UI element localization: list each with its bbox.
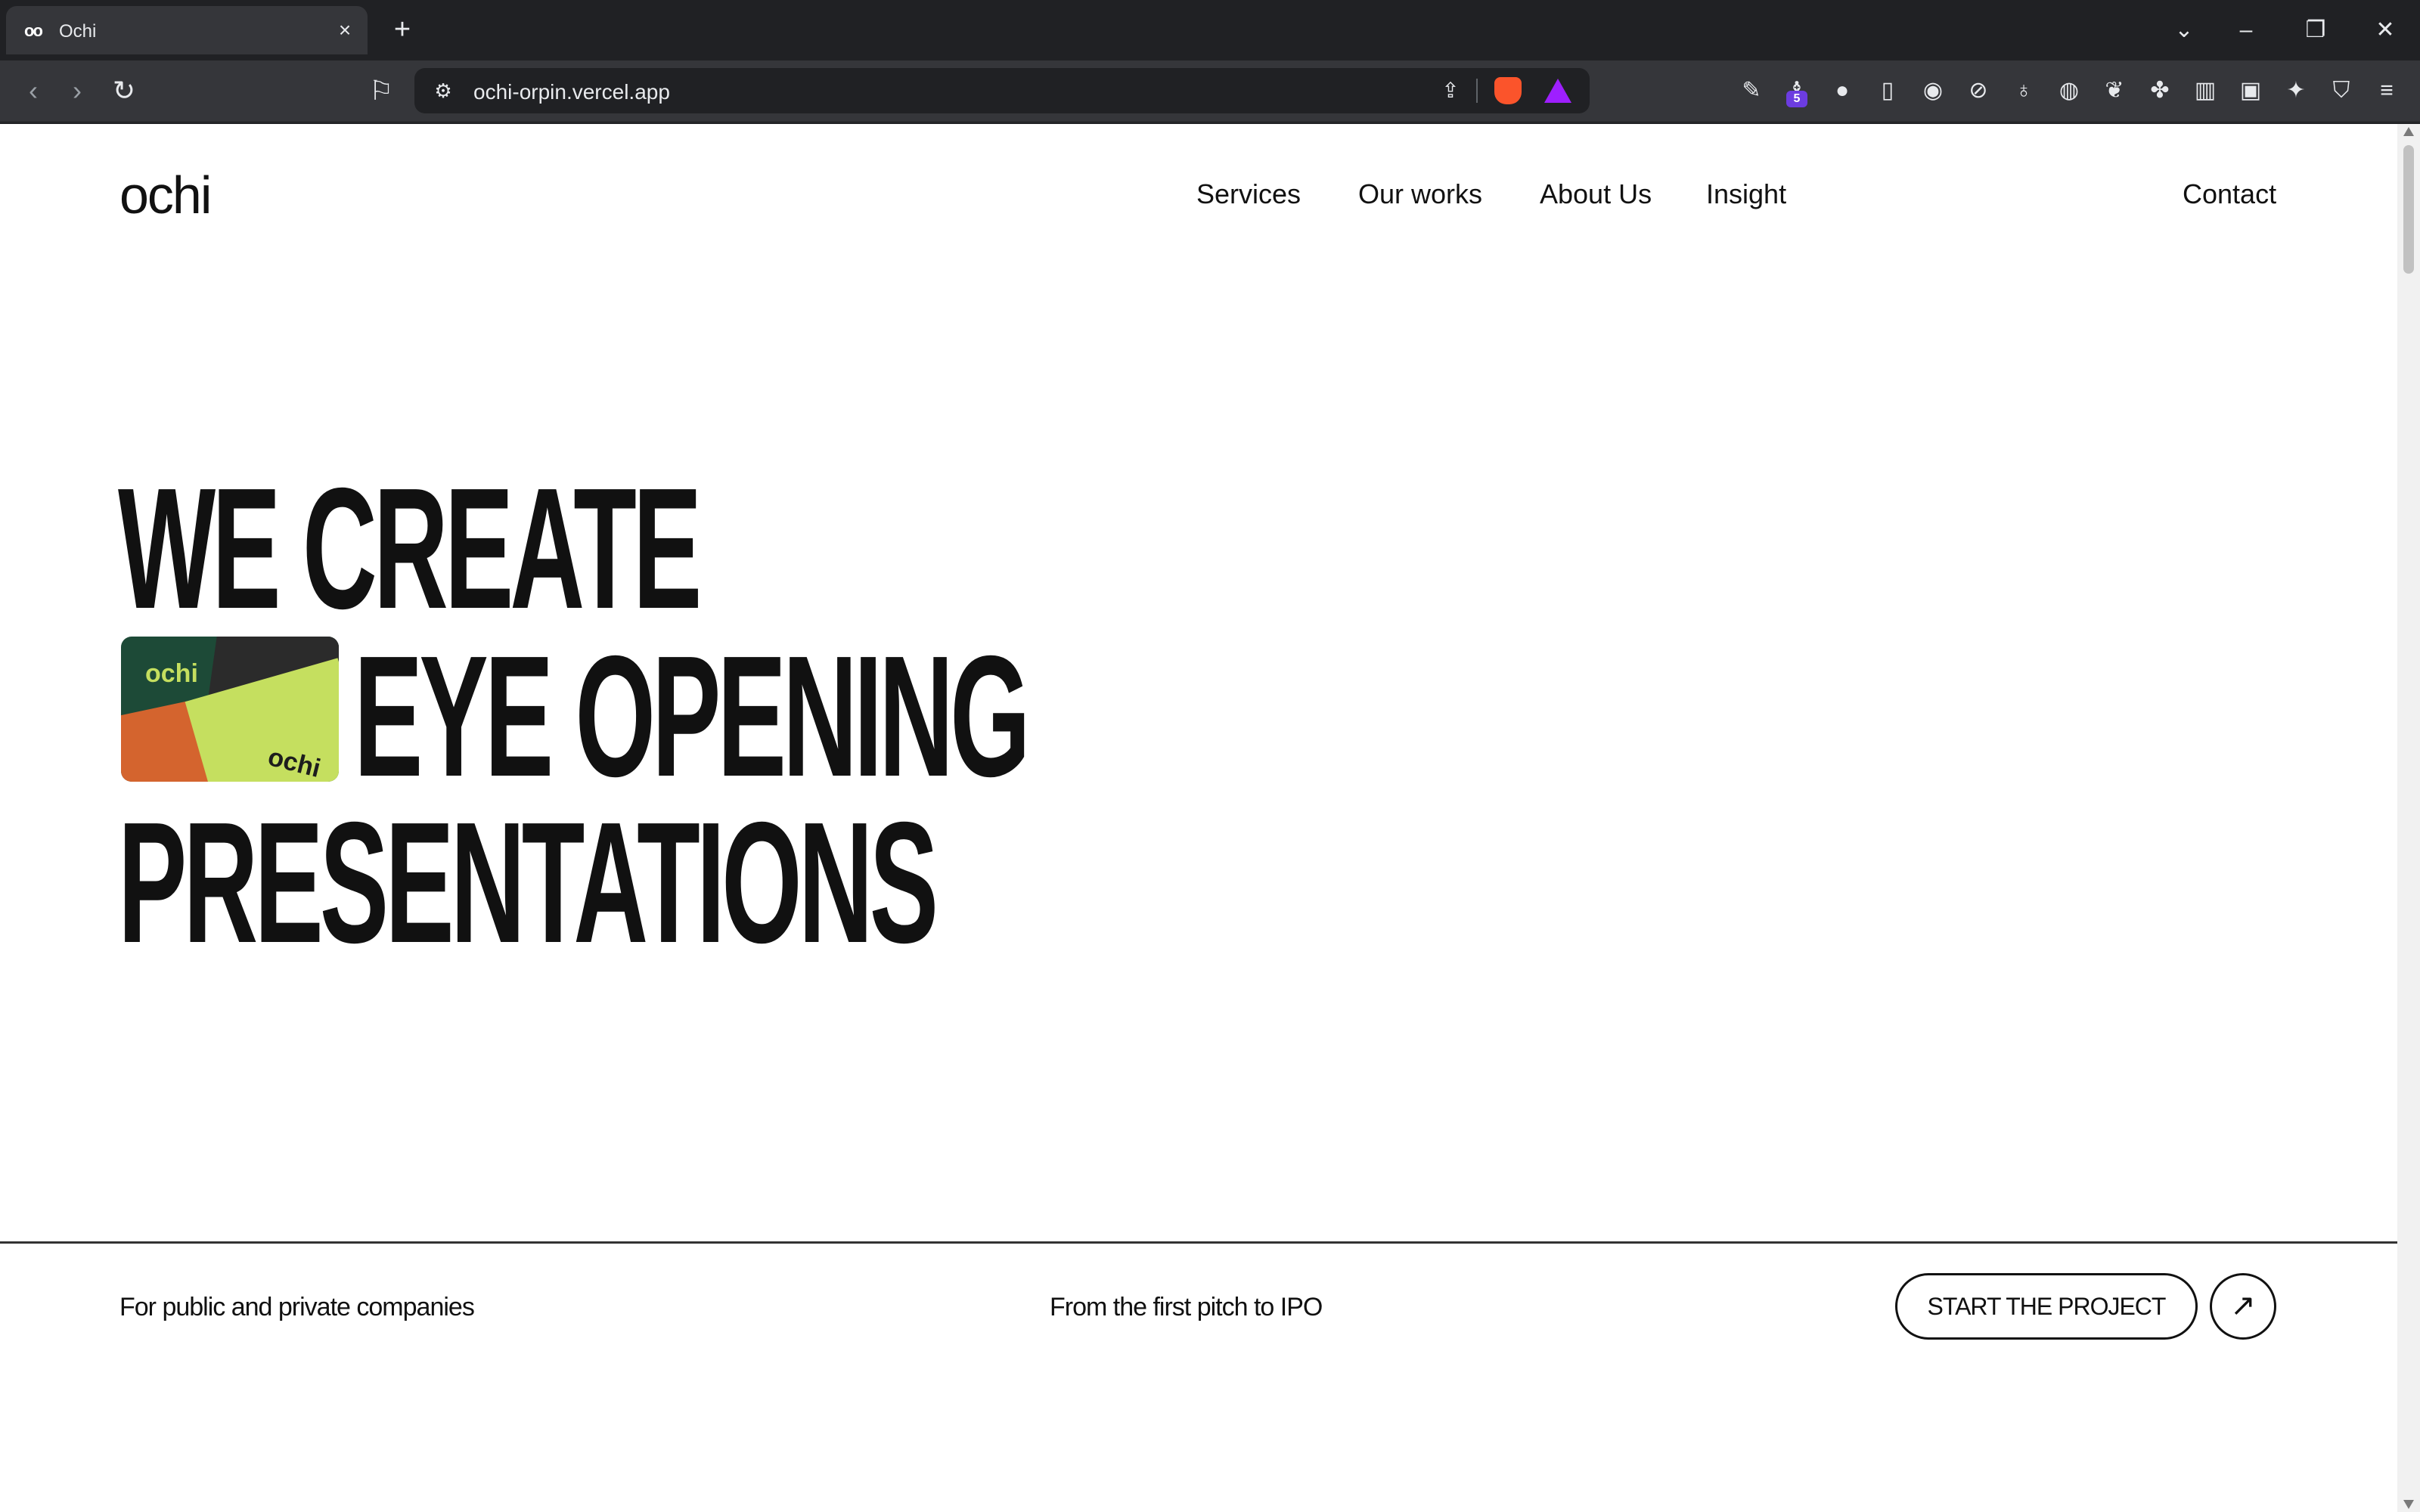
leaf-extension-icon[interactable]: ❦: [2099, 76, 2130, 106]
start-project-button[interactable]: START THE PROJECT: [1895, 1273, 2198, 1340]
nav-services[interactable]: Services: [1196, 178, 1301, 210]
section-divider: [0, 1241, 2397, 1244]
forward-icon[interactable]: ›: [60, 74, 94, 107]
wallet-icon[interactable]: ▣: [2235, 76, 2266, 106]
page-viewport: ochi Services Our works About Us Insight…: [0, 124, 2397, 1512]
lightbulb-extension-icon[interactable]: ♁: [2009, 76, 2039, 106]
tagline-pitch: From the first pitch to IPO: [1050, 1293, 1323, 1321]
cookie-extension-icon[interactable]: ●: [1827, 76, 1857, 106]
scroll-up-icon[interactable]: [2403, 127, 2414, 136]
tab-search-icon[interactable]: ⌄: [2166, 14, 2202, 47]
reload-icon[interactable]: ↻: [107, 74, 141, 107]
tagline-companies: For public and private companies: [119, 1293, 475, 1321]
nav-insight[interactable]: Insight: [1706, 178, 1786, 210]
omnibox-separator: [1476, 79, 1478, 103]
eyedropper-extension-icon[interactable]: ✎: [1736, 76, 1767, 106]
leo-ai-icon[interactable]: ✦: [2281, 76, 2311, 106]
nav-about-us[interactable]: About Us: [1540, 178, 1652, 210]
vpn-shield-icon[interactable]: ⛉: [2326, 76, 2356, 106]
close-tab-icon[interactable]: ×: [333, 18, 357, 42]
nav-our-works[interactable]: Our works: [1358, 178, 1482, 210]
tab-bar: oo Ochi × + ⌄ – ❐ ✕: [0, 0, 2420, 60]
scroll-down-icon[interactable]: [2403, 1500, 2414, 1509]
arrow-up-right-icon[interactable]: ↗: [2210, 1273, 2276, 1340]
brave-shields-icon[interactable]: [1494, 77, 1522, 104]
restore-icon[interactable]: ❐: [2297, 14, 2334, 47]
file-extension-icon[interactable]: ▯: [1872, 76, 1903, 106]
share-icon[interactable]: ⇪: [1437, 77, 1464, 104]
address-bar[interactable]: ⚙ ochi-orpin.vercel.app ⇪: [414, 68, 1590, 113]
site-logo[interactable]: ochi: [119, 165, 212, 225]
card-logo-text-top: ochi: [145, 659, 198, 688]
url-text[interactable]: ochi-orpin.vercel.app: [473, 80, 670, 104]
blocked-extension-icon[interactable]: ⊘: [1963, 76, 1993, 106]
hero-heading-line-3: PRESENTATIONS: [118, 787, 939, 979]
menu-icon[interactable]: ≡: [2372, 76, 2402, 106]
back-icon[interactable]: ‹: [17, 74, 50, 107]
puzzle-extensions-icon[interactable]: ✤: [2145, 76, 2175, 106]
tab-title: Ochi: [59, 21, 97, 42]
hero-inline-image: ochi ochi: [121, 637, 339, 782]
blue-circle-extension-icon[interactable]: ◍: [2054, 76, 2084, 106]
close-window-icon[interactable]: ✕: [2367, 14, 2403, 47]
site-info-icon[interactable]: ⚙: [430, 77, 457, 104]
hero-heading-line-1: WE CREATE: [118, 453, 702, 645]
browser-tab[interactable]: oo Ochi ×: [6, 6, 368, 54]
new-tab-icon[interactable]: +: [387, 15, 417, 45]
scroll-thumb[interactable]: [2403, 145, 2414, 274]
minimize-icon[interactable]: –: [2228, 14, 2264, 47]
eye-extension-icon[interactable]: ◉: [1918, 76, 1948, 106]
page-scrollbar[interactable]: [2397, 124, 2420, 1512]
bookmark-icon[interactable]: ⚐: [365, 74, 398, 107]
brave-rewards-icon[interactable]: [1544, 79, 1571, 103]
nav-contact[interactable]: Contact: [2183, 178, 2276, 210]
extension-badge: 5: [1786, 91, 1807, 107]
sidebar-icon[interactable]: ▥: [2190, 76, 2220, 106]
hero-heading-line-2: EYE OPENING: [354, 621, 1031, 813]
favicon-icon: oo: [24, 21, 43, 40]
